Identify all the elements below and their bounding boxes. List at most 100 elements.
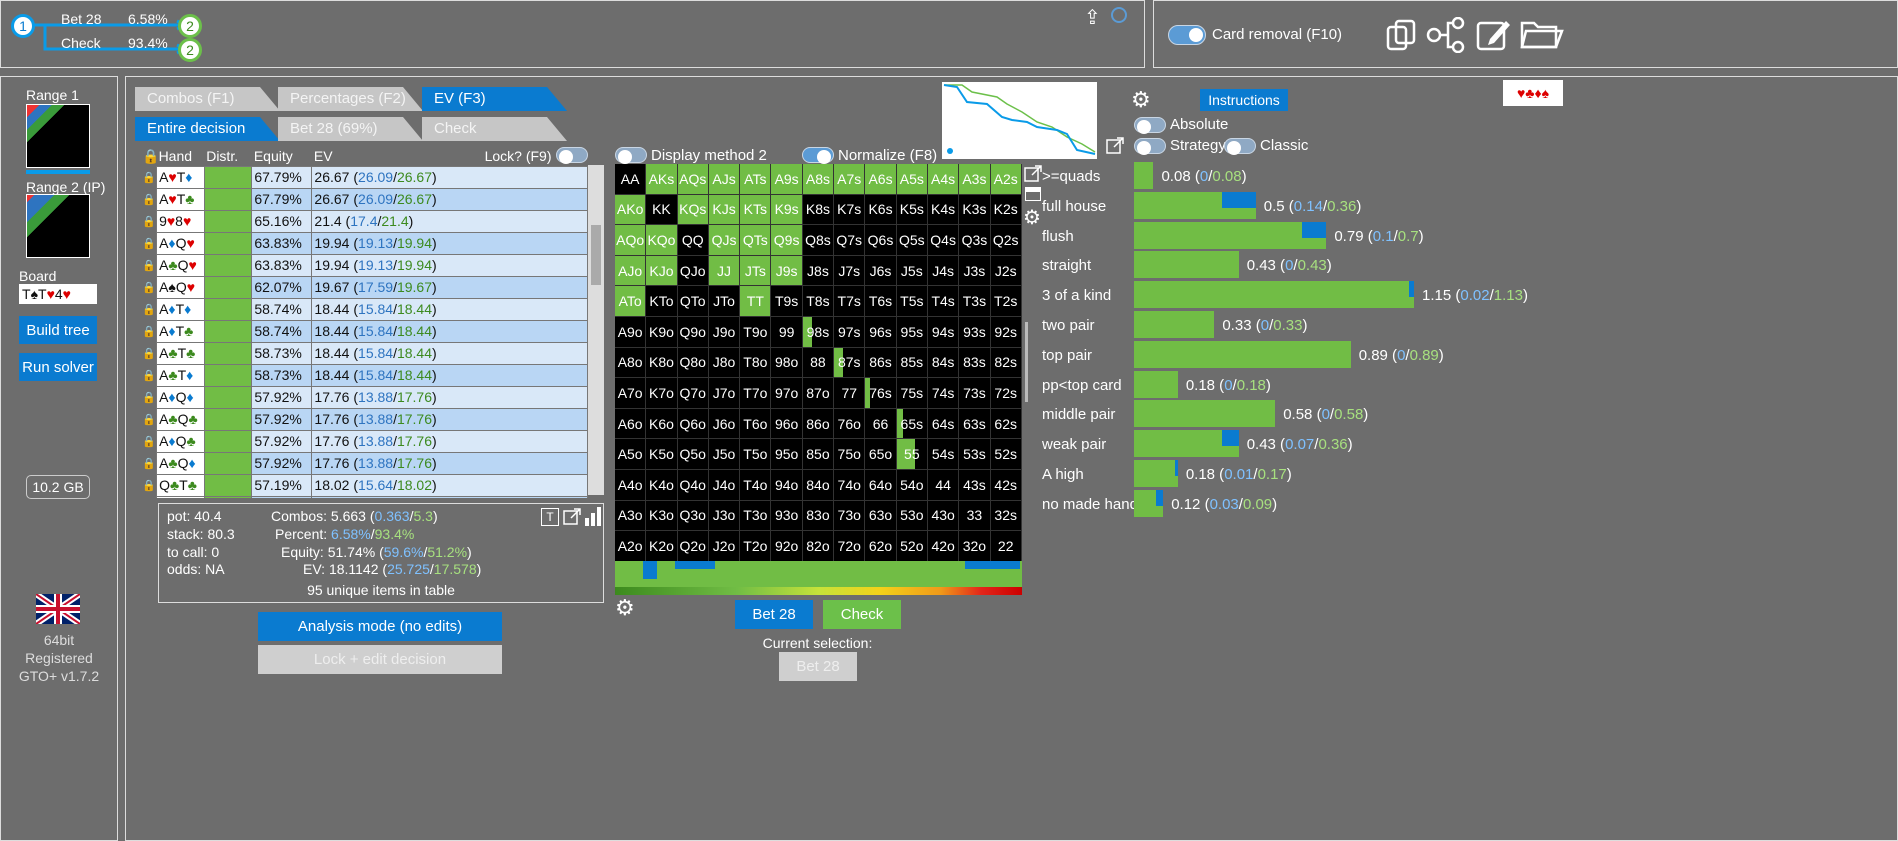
matrix-cell[interactable]: T9o (740, 316, 772, 348)
board-input[interactable]: T♠T♥4♥ (19, 284, 97, 304)
matrix-cell[interactable]: A2o (615, 531, 647, 562)
matrix-cell[interactable]: ATo (615, 286, 647, 317)
matrix-cell[interactable]: Q6s (865, 225, 897, 256)
copy-icon[interactable] (1386, 19, 1418, 51)
matrix-cell[interactable]: Q2s (990, 225, 1022, 256)
matrix-cell[interactable]: A8o (615, 347, 647, 379)
root-node[interactable]: 1 (11, 14, 35, 38)
matrix-cell[interactable]: KK (646, 194, 678, 226)
matrix-cell[interactable]: J6s (865, 255, 897, 287)
matrix-cell[interactable]: 72s (990, 378, 1022, 409)
matrix-cell[interactable]: 84s (927, 347, 960, 379)
category-bar[interactable] (1134, 430, 1239, 458)
tree-share-icon[interactable] (1426, 17, 1466, 53)
matrix-cell[interactable]: AKo (615, 194, 647, 226)
matrix-cell[interactable]: A9o (615, 316, 647, 348)
table-row[interactable]: 🔒Q♦T♦ 57.19%18.02 (15.64/18.02) (140, 495, 588, 498)
matrix-cell[interactable]: 97o (771, 378, 803, 409)
matrix-cell[interactable]: 76s (865, 378, 897, 409)
row-lock-icon[interactable]: 🔒 (140, 276, 157, 298)
matrix-cell[interactable]: 64s (927, 408, 960, 440)
bar-chart-icon[interactable] (584, 506, 602, 526)
matrix-cell[interactable]: Q9o (677, 316, 709, 348)
instructions-button[interactable]: Instructions (1200, 89, 1288, 111)
matrix-cell[interactable]: Q7s (834, 225, 866, 256)
matrix-cell[interactable]: 43o (927, 500, 960, 532)
normalize-toggle[interactable] (802, 147, 834, 164)
matrix-cell[interactable]: AA (615, 164, 647, 195)
classic-toggle[interactable] (1224, 138, 1256, 155)
matrix-cell[interactable]: Q8o (677, 347, 709, 379)
matrix-cell[interactable]: AQs (677, 164, 709, 195)
matrix-cell[interactable]: K6o (646, 408, 678, 440)
table-row[interactable]: 🔒 A♥T♦ 67.79% 26.67 (26.09/26.67) (140, 165, 588, 189)
folder-icon[interactable] (1520, 17, 1564, 51)
matrix-cell[interactable]: AJo (615, 255, 647, 287)
matrix-cell[interactable]: 76o (834, 408, 866, 440)
matrix-cell[interactable]: 43s (959, 469, 991, 501)
matrix-cell[interactable]: K9o (646, 316, 678, 348)
matrix-cell[interactable]: 97s (834, 316, 866, 348)
matrix-cell[interactable]: T9s (771, 286, 803, 317)
matrix-cell[interactable]: A4s (927, 164, 960, 195)
row-lock-icon[interactable]: 🔒 (140, 474, 157, 496)
table-row[interactable]: 🔒 A♣Q♣ 57.92% 17.76 (13.88/17.76) (140, 407, 588, 431)
card-removal-toggle[interactable] (1168, 25, 1206, 45)
matrix-cell[interactable]: AKs (646, 164, 678, 195)
matrix-cell[interactable]: 94o (771, 469, 803, 501)
matrix-cell[interactable]: KQo (646, 225, 678, 256)
matrix-cell[interactable]: KJs (708, 194, 741, 226)
row-lock-icon[interactable]: 🔒 (140, 452, 157, 474)
matrix-cell[interactable]: 85o (802, 439, 835, 470)
category-bar[interactable] (1134, 311, 1215, 338)
category-bar[interactable] (1134, 370, 1178, 398)
row-lock-icon[interactable]: 🔒 (140, 166, 157, 188)
matrix-cell[interactable]: Q7o (677, 378, 709, 409)
table-row[interactable]: 🔒 A♦T♦ 58.74% 18.44 (15.84/18.44) (140, 297, 588, 321)
matrix-cell[interactable]: 53o (896, 500, 928, 532)
matrix-cell[interactable]: Q3o (677, 500, 709, 532)
bet-action-button[interactable]: Bet 28 (735, 600, 813, 629)
matrix-cell[interactable]: 63o (865, 500, 897, 532)
matrix-cell[interactable]: Q5o (677, 439, 709, 470)
matrix-cell[interactable]: 74s (927, 378, 960, 409)
matrix-cell[interactable]: K3o (646, 500, 678, 532)
matrix-cell[interactable]: J3o (708, 500, 741, 532)
matrix-cell[interactable]: K8o (646, 347, 678, 379)
matrix-cell[interactable]: 55 (896, 439, 928, 470)
table-row[interactable]: 🔒 A♥T♣ 67.79% 26.67 (26.09/26.67) (140, 187, 588, 211)
matrix-cell[interactable]: QTo (677, 286, 709, 317)
matrix-cell[interactable]: JJ (708, 255, 741, 287)
matrix-cell[interactable]: T6o (740, 408, 772, 440)
matrix-cell[interactable]: Q4o (677, 469, 709, 501)
matrix-cell[interactable]: 75o (834, 439, 866, 470)
category-bar[interactable] (1134, 460, 1178, 487)
matrix-cell[interactable]: T7s (834, 286, 866, 317)
matrix-cell[interactable]: Q9s (771, 225, 803, 256)
table-row[interactable]: 🔒 A♦Q♥ 63.83% 19.94 (19.13/19.94) (140, 231, 588, 255)
matrix-cell[interactable]: 54s (927, 439, 960, 470)
matrix-cell[interactable]: T3s (959, 286, 991, 317)
tab-entire-decision[interactable]: Entire decision (135, 117, 280, 141)
matrix-cell[interactable]: T4s (927, 286, 960, 317)
matrix-cell[interactable]: A4o (615, 469, 647, 501)
matrix-cell[interactable]: 96o (771, 408, 803, 440)
edit-icon[interactable] (1476, 17, 1512, 53)
matrix-cell[interactable]: K8s (802, 194, 835, 226)
matrix-cell[interactable]: 82s (990, 347, 1022, 379)
matrix-cell[interactable]: 66 (865, 408, 897, 440)
matrix-cell[interactable]: K6s (865, 194, 897, 226)
row-lock-icon[interactable]: 🔒 (140, 386, 157, 408)
matrix-cell[interactable]: K4o (646, 469, 678, 501)
absolute-toggle[interactable] (1134, 117, 1166, 134)
matrix-cell[interactable]: J5s (896, 255, 928, 287)
matrix-cell[interactable]: 64o (865, 469, 897, 501)
matrix-cell[interactable]: 22 (990, 531, 1022, 562)
matrix-cell[interactable]: 82o (802, 531, 835, 562)
matrix-cell[interactable]: Q5s (896, 225, 928, 256)
child-node-bet[interactable]: 2 (178, 14, 202, 38)
matrix-cell[interactable]: KQs (677, 194, 709, 226)
matrix-cell[interactable]: 86o (802, 408, 835, 440)
matrix-cell[interactable]: 74o (834, 469, 866, 501)
matrix-cell[interactable]: 92o (771, 531, 803, 562)
